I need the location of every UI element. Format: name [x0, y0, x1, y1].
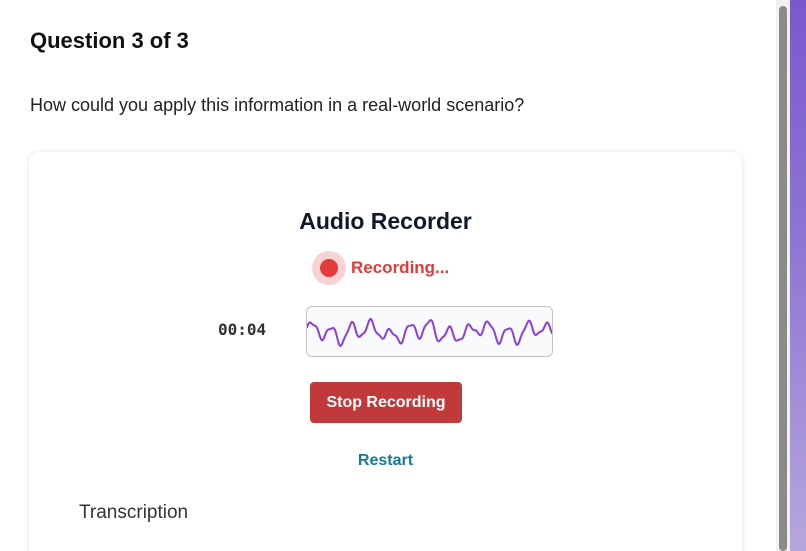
stop-recording-button[interactable]: Stop Recording [310, 382, 462, 423]
red-dot-icon [320, 259, 338, 277]
recording-status-text: Recording... [351, 258, 450, 277]
audio-recorder-card: Audio Recorder Recording... 00:04 Stop R… [29, 152, 742, 551]
restart-link[interactable]: Restart [29, 452, 742, 470]
recorder-title: Audio Recorder [299, 208, 472, 234]
scrollbar[interactable] [776, 0, 790, 551]
transcription-label: Transcription [79, 502, 189, 523]
audio-waveform [306, 306, 553, 357]
main-content: Question 3 of 3 How could you apply this… [0, 0, 776, 551]
scrollbar-thumb[interactable] [779, 6, 787, 551]
question-title: Question 3 of 3 [30, 28, 189, 53]
recording-status: Recording... [312, 250, 449, 286]
side-accent-panel [790, 0, 806, 551]
waveform-line [307, 318, 552, 347]
question-text: How could you apply this information in … [30, 95, 525, 115]
waveform-graphic [307, 318, 552, 347]
page: Question 3 of 3 How could you apply this… [0, 0, 806, 551]
recording-timer: 00:04 [218, 320, 267, 339]
recording-indicator-icon [312, 251, 346, 285]
